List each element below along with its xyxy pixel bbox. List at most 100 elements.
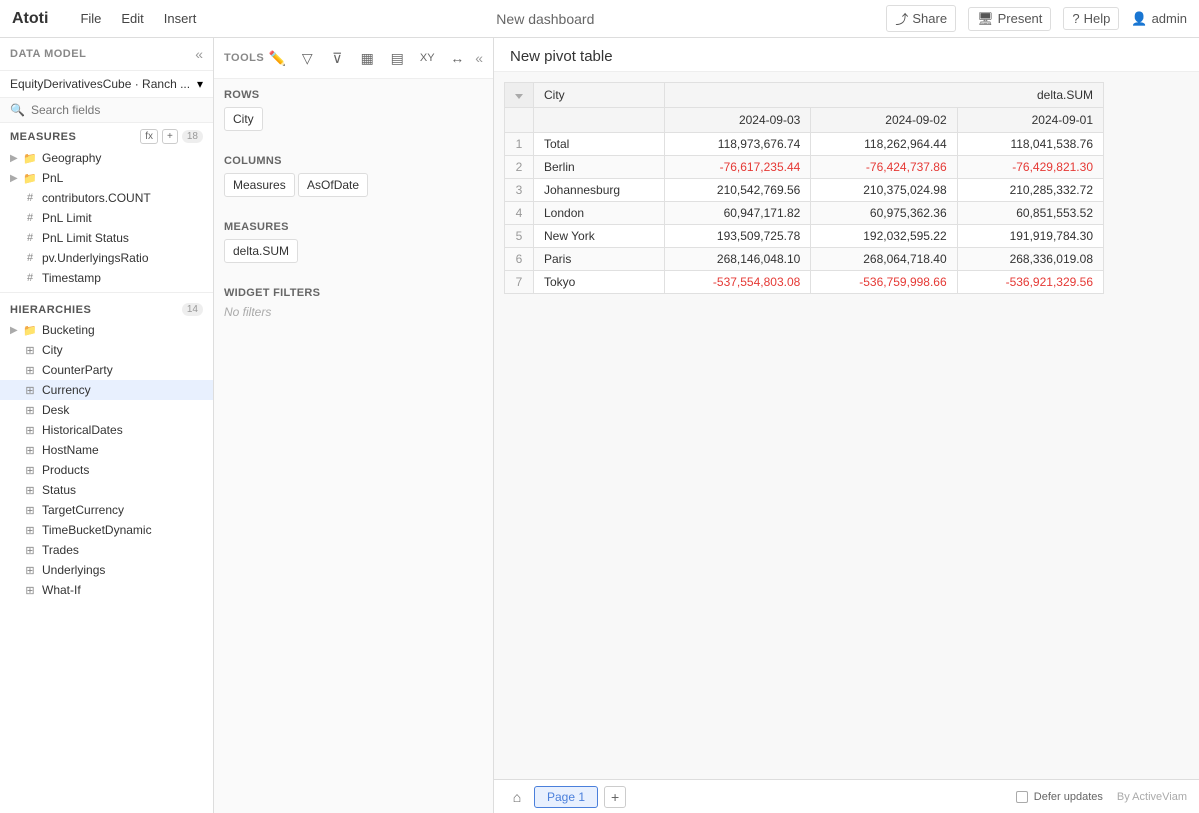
- bottom-bar: ⌂ Page 1 + Defer updates By ActiveViam: [494, 779, 1199, 813]
- hierarchies-section-header: HIERARCHIES 14: [0, 297, 213, 320]
- hier-item-currency[interactable]: ▶ ⊞ Currency: [0, 380, 213, 400]
- hier-item-hostname[interactable]: ▶ ⊞ HostName: [0, 440, 213, 460]
- measure-item-pnl-limit-status[interactable]: ▶ # PnL Limit Status: [0, 228, 213, 248]
- menu-insert[interactable]: Insert: [156, 7, 205, 30]
- cell-value: 118,262,964.44: [811, 133, 957, 156]
- present-button[interactable]: 🖥 Present: [968, 7, 1051, 31]
- menu-edit[interactable]: Edit: [113, 7, 151, 30]
- measures-section-header: MEASURES fx + 18: [0, 123, 213, 148]
- cell-value: 210,542,769.56: [665, 179, 811, 202]
- hier-item-trades[interactable]: ▶ ⊞ Trades: [0, 540, 213, 560]
- cell-city: Paris: [534, 248, 665, 271]
- columns-asofdate-chip[interactable]: AsOfDate: [298, 173, 368, 197]
- cell-value: -536,921,329.56: [957, 271, 1103, 294]
- measures-title: MEASURES: [10, 131, 76, 143]
- home-button[interactable]: ⌂: [506, 786, 528, 808]
- search-input[interactable]: [31, 103, 203, 117]
- cube-name: EquityDerivativesCube · Ranch ...: [10, 77, 190, 91]
- hierarchy-icon: ⊞: [23, 364, 37, 377]
- table-row: 4London60,947,171.8260,975,362.3660,851,…: [505, 202, 1104, 225]
- measure-item-timestamp[interactable]: ▶ # Timestamp: [0, 268, 213, 288]
- collapse-tools-button[interactable]: «: [475, 50, 483, 66]
- hierarchy-icon: ⊞: [23, 424, 37, 437]
- measure-item-contributors[interactable]: ▶ # contributors.COUNT: [0, 188, 213, 208]
- hier-item-timebucketdynamic[interactable]: ▶ ⊞ TimeBucketDynamic: [0, 520, 213, 540]
- hier-item-targetcurrency[interactable]: ▶ ⊞ TargetCurrency: [0, 500, 213, 520]
- cell-value: -76,424,737.86: [811, 156, 957, 179]
- hier-item-whatif[interactable]: ▶ ⊞ What-If: [0, 580, 213, 600]
- filter2-tool-icon[interactable]: ⊽: [325, 46, 349, 70]
- hierarchy-icon: ⊞: [23, 524, 37, 537]
- table-wrapper: City delta.SUM 2024-09-03 2024-09-02 202…: [494, 72, 1199, 779]
- col-date1-header[interactable]: 2024-09-03: [665, 108, 811, 133]
- data-model-header: DATA MODEL «: [0, 38, 213, 71]
- chart-tool-icon[interactable]: ▦: [355, 46, 379, 70]
- columns-section: Columns Measures AsOfDate: [214, 145, 493, 211]
- measure-item-pnl-limit[interactable]: ▶ # PnL Limit: [0, 208, 213, 228]
- edit-tool-icon[interactable]: ✏️: [265, 46, 289, 70]
- hash-icon: #: [23, 212, 37, 224]
- row-number: 6: [505, 248, 534, 271]
- fx-button[interactable]: fx: [140, 129, 158, 144]
- hier-item-products[interactable]: ▶ ⊞ Products: [0, 460, 213, 480]
- defer-updates-checkbox[interactable]: [1016, 791, 1028, 803]
- hier-item-city[interactable]: ▶ ⊞ City: [0, 340, 213, 360]
- add-measure-button[interactable]: +: [162, 129, 178, 144]
- cube-selector[interactable]: EquityDerivativesCube · Ranch ... ▾: [0, 71, 213, 98]
- hier-item-underlyings[interactable]: ▶ ⊞ Underlyings: [0, 560, 213, 580]
- measure-item-pnl[interactable]: ▶ 📁 PnL: [0, 168, 213, 188]
- col-date3-header[interactable]: 2024-09-01: [957, 108, 1103, 133]
- collapse-left-button[interactable]: «: [195, 46, 203, 62]
- topbar: Atoti File Edit Insert New dashboard ⤴ S…: [0, 0, 1199, 38]
- measures-list: ▶ 📁 Geography ▶ 📁 PnL ▶ # contributors.C…: [0, 148, 213, 288]
- add-tab-button[interactable]: +: [604, 786, 626, 808]
- table-row: 6Paris268,146,048.10268,064,718.40268,33…: [505, 248, 1104, 271]
- rows-city-chip[interactable]: City: [224, 107, 263, 131]
- cell-city: New York: [534, 225, 665, 248]
- cell-city: London: [534, 202, 665, 225]
- tools-toolbar: ✏️ ▽ ⊽ ▦ ▤ XY ↔ «: [265, 46, 483, 70]
- topbar-actions: ⤴ Share 🖥 Present ? Help 👤 admin: [886, 5, 1187, 32]
- hier-item-desk[interactable]: ▶ ⊞ Desk: [0, 400, 213, 420]
- cell-value: 210,375,024.98: [811, 179, 957, 202]
- filter-tool-icon[interactable]: ▽: [295, 46, 319, 70]
- hierarchy-icon: ⊞: [23, 404, 37, 417]
- table-row: 3Johannesburg210,542,769.56210,375,024.9…: [505, 179, 1104, 202]
- row-number: 5: [505, 225, 534, 248]
- hier-item-status[interactable]: ▶ ⊞ Status: [0, 480, 213, 500]
- cell-value: 193,509,725.78: [665, 225, 811, 248]
- cell-value: -536,759,998.66: [811, 271, 957, 294]
- cell-city: Total: [534, 133, 665, 156]
- measures-delta-chip[interactable]: delta.SUM: [224, 239, 298, 263]
- measures-config-section: Measures delta.SUM: [214, 211, 493, 277]
- expand-tool-icon[interactable]: ↔: [445, 46, 469, 70]
- page-1-tab[interactable]: Page 1: [534, 786, 598, 808]
- cell-value: 60,851,553.52: [957, 202, 1103, 225]
- cell-value: 268,146,048.10: [665, 248, 811, 271]
- table-row: 2Berlin-76,617,235.44-76,424,737.86-76,4…: [505, 156, 1104, 179]
- col-delta-header[interactable]: delta.SUM: [665, 83, 1104, 108]
- xy-tool-icon[interactable]: XY: [415, 46, 439, 70]
- expand-icon: ▶: [10, 153, 18, 164]
- sort-icon: [515, 94, 523, 99]
- menu-file[interactable]: File: [72, 7, 109, 30]
- user-menu[interactable]: 👤 admin: [1131, 11, 1187, 27]
- measure-item-pv-ratio[interactable]: ▶ # pv.UnderlyingsRatio: [0, 248, 213, 268]
- cell-value: 118,041,538.76: [957, 133, 1103, 156]
- table-tool-icon[interactable]: ▤: [385, 46, 409, 70]
- share-button[interactable]: ⤴ Share: [886, 5, 956, 32]
- hier-item-historicaldates[interactable]: ▶ ⊞ HistoricalDates: [0, 420, 213, 440]
- measure-item-geography[interactable]: ▶ 📁 Geography: [0, 148, 213, 168]
- defer-updates-label: Defer updates: [1034, 791, 1103, 803]
- cell-value: 268,064,718.40: [811, 248, 957, 271]
- col-date2-header[interactable]: 2024-09-02: [811, 108, 957, 133]
- hier-item-counterparty[interactable]: ▶ ⊞ CounterParty: [0, 360, 213, 380]
- columns-measures-chip[interactable]: Measures: [224, 173, 295, 197]
- hier-item-bucketing[interactable]: ▶ 📁 Bucketing: [0, 320, 213, 340]
- sort-corner-cell: [505, 83, 534, 108]
- measures-actions: fx + 18: [140, 129, 203, 144]
- help-button[interactable]: ? Help: [1063, 7, 1119, 30]
- share-icon: ⤴: [895, 9, 908, 28]
- col-city-header[interactable]: City: [534, 83, 665, 108]
- columns-label: Columns: [224, 155, 483, 167]
